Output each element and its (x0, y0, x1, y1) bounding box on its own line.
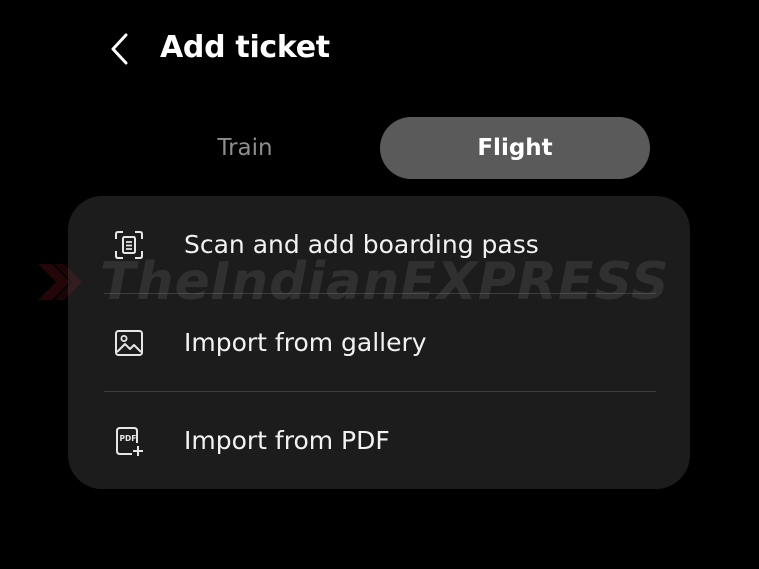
pdf-add-icon: PDF (116, 427, 143, 456)
ticket-type-tabs: Train Flight (110, 117, 650, 179)
tab-train[interactable]: Train (110, 117, 380, 179)
svg-text:PDF: PDF (120, 434, 137, 443)
header: Add ticket (0, 0, 759, 100)
menu-item-label: Import from PDF (184, 425, 390, 455)
image-icon (115, 330, 143, 356)
back-button[interactable] (100, 24, 140, 74)
tab-flight[interactable]: Flight (380, 117, 650, 179)
menu-item-label: Import from gallery (184, 327, 427, 357)
menu-item-label: Scan and add boarding pass (184, 229, 539, 259)
chevron-left-icon (111, 33, 128, 65)
scan-boarding-pass-item[interactable]: Scan and add boarding pass (68, 196, 690, 292)
import-from-pdf-item[interactable]: PDF Import from PDF (68, 392, 690, 488)
scan-document-icon (115, 231, 143, 259)
import-from-gallery-item[interactable]: Import from gallery (68, 294, 690, 390)
page-title: Add ticket (160, 30, 330, 65)
add-ticket-options-card: Scan and add boarding pass Import from g… (68, 196, 690, 489)
